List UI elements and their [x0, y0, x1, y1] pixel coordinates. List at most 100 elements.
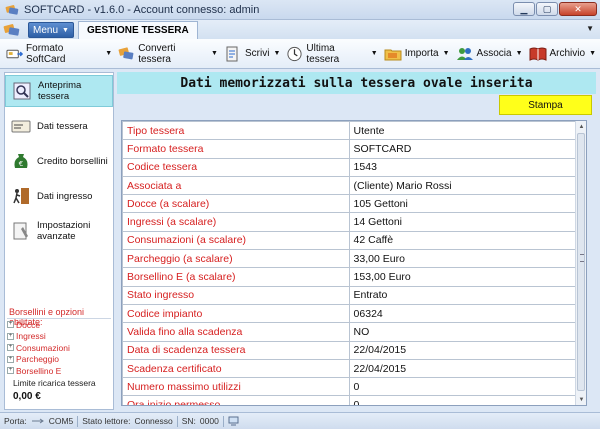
table-row[interactable]: Formato tessera SOFTCARD: [122, 139, 577, 159]
table-row[interactable]: Consumazioni (a scalare) 42 Caffè: [122, 230, 577, 251]
tree-item-docce[interactable]: + Docce: [7, 319, 70, 331]
sidebar-item-dati-tessera[interactable]: Dati tessera: [5, 110, 113, 142]
formato-softcard-label: Formato SoftCard: [26, 42, 66, 65]
divider: [77, 415, 79, 427]
table-row[interactable]: Stato ingresso Entrato: [122, 285, 577, 305]
tab-gestione-tessera[interactable]: GESTIONE TESSERA: [78, 21, 198, 39]
sidebar-item-label: Dati ingresso: [37, 190, 93, 202]
app-logo-icon: [5, 4, 19, 15]
table-row[interactable]: Docce (a scalare) 105 Gettoni: [122, 194, 577, 214]
tree-item-label: Docce: [16, 319, 41, 330]
sidebar-item-impostazioni-avanzate[interactable]: Impostazioni avanzate: [5, 215, 113, 247]
sidebar: Anteprima tessera Dati tessera € Credito…: [4, 72, 114, 410]
row-key: Codice impianto: [122, 303, 350, 324]
row-value: 33,00 Euro: [348, 249, 577, 269]
converti-tessera-label: Converti tessera: [138, 42, 176, 65]
table-row[interactable]: Tipo tessera Utente: [122, 121, 577, 141]
table-row[interactable]: Data di scadenza tessera 22/04/2015: [122, 340, 577, 360]
table-row[interactable]: Associata a (Cliente) Mario Rossi: [122, 175, 577, 196]
chevron-down-icon: ▼: [211, 50, 218, 57]
row-key: Stato ingresso: [122, 285, 350, 305]
row-value: NO: [348, 322, 577, 342]
table-row[interactable]: Numero massimo utilizzi 0: [122, 377, 577, 397]
minimize-button[interactable]: ▁: [513, 2, 535, 16]
row-key: Consumazioni (a scalare): [122, 230, 350, 251]
title-bar: SOFTCARD - v1.6.0 - Account connesso: ad…: [0, 0, 600, 20]
sidebar-item-label: Dati tessera: [37, 120, 88, 132]
settings-icon: [13, 222, 28, 240]
scrivi-button[interactable]: Scrivi ▼: [222, 42, 284, 66]
sn-value: 0000: [199, 416, 219, 426]
preview-icon: [13, 82, 31, 100]
print-button[interactable]: Stampa: [499, 95, 592, 115]
money-bag-icon: €: [14, 154, 28, 168]
quick-access-logo-icon[interactable]: [0, 20, 24, 39]
maximize-button[interactable]: ▢: [536, 2, 558, 16]
monitor-icon: [228, 416, 239, 426]
sidebar-item-dati-ingresso[interactable]: Dati ingresso: [5, 180, 113, 212]
scroll-up-icon[interactable]: ▲: [576, 121, 586, 132]
expand-plus-icon[interactable]: +: [7, 321, 14, 329]
table-row[interactable]: Ora inizio permesso 0: [122, 395, 577, 405]
page-title: Dati memorizzati sulla tessera ovale ins…: [117, 72, 596, 94]
scroll-down-icon[interactable]: ▼: [576, 394, 586, 405]
ribbon-collapse-icon[interactable]: ▼: [586, 24, 594, 33]
tree-item-label: Consumazioni: [16, 342, 70, 353]
table-row[interactable]: Scadenza certificato 22/04/2015: [122, 358, 577, 379]
divider: [222, 415, 224, 427]
expand-plus-icon[interactable]: +: [7, 344, 14, 352]
menu-button[interactable]: Menu ▼: [28, 22, 74, 38]
row-value: 0: [348, 377, 577, 397]
row-value: Entrato: [348, 285, 577, 305]
associa-button[interactable]: Associa ▼: [454, 42, 527, 66]
expand-plus-icon[interactable]: +: [7, 367, 14, 375]
sidebar-item-credito-borsellini[interactable]: € Credito borsellini: [5, 145, 113, 177]
row-key: Scadenza certificato: [122, 358, 350, 379]
vertical-scrollbar[interactable]: ▲ ▼: [575, 121, 586, 405]
table-row[interactable]: Ingressi (a scalare) 14 Gettoni: [122, 212, 577, 232]
scroll-thumb[interactable]: [577, 133, 585, 391]
row-value: 153,00 Euro: [348, 267, 577, 287]
row-value: Utente: [348, 121, 577, 141]
port-value: COM5: [48, 416, 74, 426]
close-button[interactable]: ✕: [559, 2, 597, 16]
ultima-tessera-label: Ultima tessera: [306, 42, 340, 65]
expand-plus-icon[interactable]: +: [7, 332, 14, 340]
ultima-tessera-button[interactable]: Ultima tessera ▼: [284, 42, 381, 66]
limit-value: 0,00 €: [13, 391, 41, 402]
tree-item-parcheggio[interactable]: + Parcheggio: [7, 354, 70, 366]
table-row[interactable]: Codice impianto 06324: [122, 303, 577, 324]
row-key: Data di scadenza tessera: [122, 340, 350, 360]
row-key: Formato tessera: [122, 139, 350, 159]
sidebar-item-anteprima-tessera[interactable]: Anteprima tessera: [5, 75, 113, 107]
chevron-down-icon: ▼: [105, 50, 113, 57]
expand-plus-icon[interactable]: +: [7, 355, 14, 363]
importa-button[interactable]: Importa ▼: [382, 42, 454, 66]
tree-item-consumazioni[interactable]: + Consumazioni: [7, 342, 70, 354]
archivio-button[interactable]: Archivio ▼: [527, 42, 600, 66]
entrance-icon: [13, 188, 29, 204]
row-value: 06324: [348, 303, 577, 324]
table-row[interactable]: Codice tessera 1543: [122, 157, 577, 177]
formato-softcard-button[interactable]: Formato SoftCard ▼: [4, 42, 116, 66]
table-row[interactable]: Parcheggio (a scalare) 33,00 Euro: [122, 249, 577, 269]
table-row[interactable]: Valida fino alla scadenza NO: [122, 322, 577, 342]
row-key: Valida fino alla scadenza: [122, 322, 350, 342]
archivio-label: Archivio: [549, 48, 586, 59]
table-row[interactable]: Borsellino E (a scalare) 153,00 Euro: [122, 267, 577, 287]
tree-item-label: Parcheggio: [16, 354, 60, 365]
sidebar-item-label: Impostazioni avanzate: [37, 220, 91, 242]
toolbar: Formato SoftCard ▼ Converti tessera ▼ Sc…: [0, 39, 600, 69]
ribbon-tabs: Menu ▼ GESTIONE TESSERA ▼: [0, 20, 600, 39]
usb-icon: [31, 418, 44, 424]
associa-label: Associa: [476, 48, 512, 59]
converti-tessera-button[interactable]: Converti tessera ▼: [116, 42, 222, 66]
tree-item-ingressi[interactable]: + Ingressi: [7, 331, 70, 343]
row-key: Associata a: [122, 175, 350, 196]
row-key: Borsellino E (a scalare): [122, 267, 350, 287]
sn-label: SN:: [181, 416, 196, 426]
limit-label: Limite ricarica tessera: [13, 378, 96, 388]
row-value: 42 Caffè: [348, 230, 577, 251]
tree-item-borsellino-e[interactable]: + Borsellino E: [7, 365, 70, 377]
main-panel: Dati memorizzati sulla tessera ovale ins…: [117, 72, 596, 410]
